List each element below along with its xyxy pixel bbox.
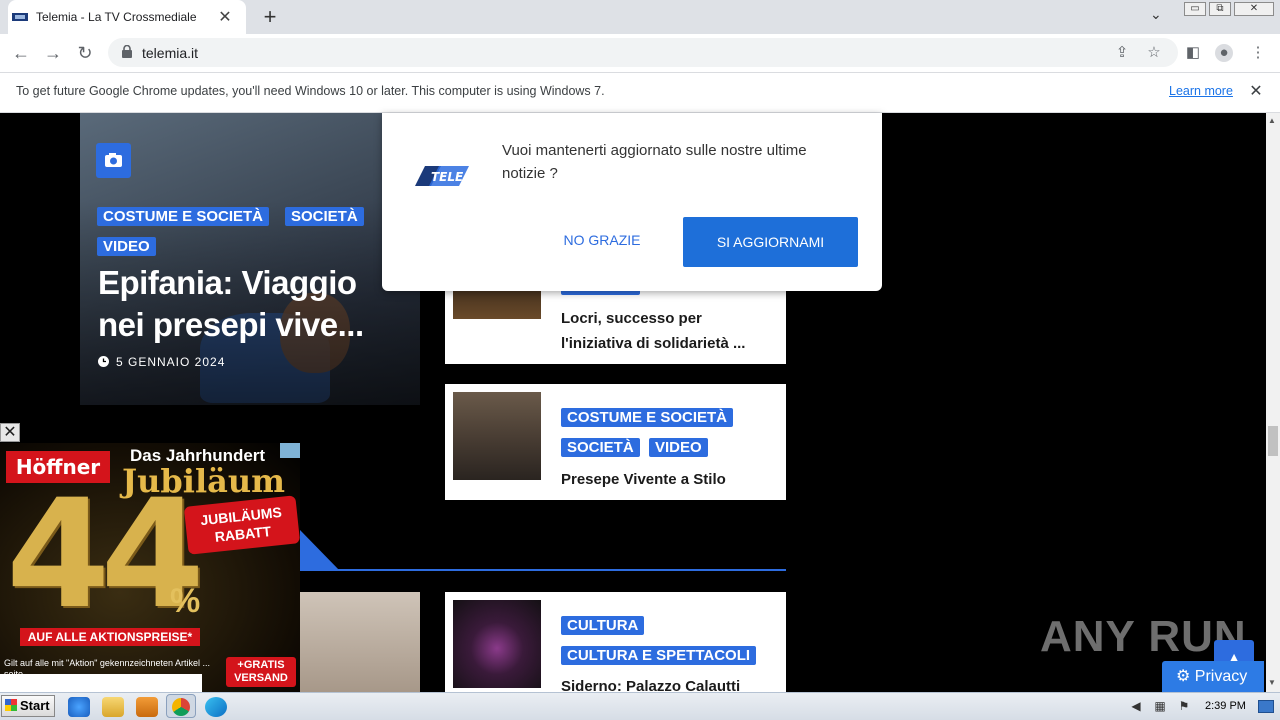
gear-icon: ⚙	[1176, 668, 1191, 685]
privacy-label: Privacy	[1194, 668, 1248, 685]
notification-message: Vuoi mantenerti aggiornato sulle nostre …	[502, 142, 807, 182]
scrollbar-thumb[interactable]	[1268, 426, 1278, 456]
ad-close-icon[interactable]: ✕	[0, 423, 20, 442]
internet-explorer-icon[interactable]	[68, 697, 90, 717]
card-title[interactable]: Locri, successo per l'iniziativa di soli…	[561, 306, 771, 356]
telemia-logo: TELE MIA	[415, 166, 473, 186]
section-divider	[300, 569, 786, 571]
ad-shipping-badge: +GRATIS VERSAND	[226, 657, 296, 687]
ad-discount-number: 44	[6, 468, 205, 642]
tag-video[interactable]: VIDEO	[97, 237, 156, 256]
edge-icon[interactable]	[205, 697, 227, 717]
share-icon[interactable]: ⇪	[1113, 44, 1131, 62]
new-tab-button[interactable]: +	[258, 4, 282, 30]
article-thumbnail[interactable]	[453, 600, 541, 688]
decline-button[interactable]: NO GRAZIE	[548, 232, 656, 248]
telemia-favicon-icon	[12, 13, 28, 21]
tag-societa[interactable]: SOCIETÀ	[285, 207, 364, 226]
restore-button[interactable]: ⧉	[1209, 2, 1231, 16]
menu-kebab-icon[interactable]: ⋮	[1249, 44, 1267, 62]
bookmark-star-icon[interactable]: ☆	[1145, 44, 1163, 62]
network-icon[interactable]: ▦	[1152, 699, 1168, 713]
action-center-flag-icon[interactable]: ⚑	[1176, 699, 1192, 713]
accept-button[interactable]: SI AGGIORNAMI	[683, 217, 858, 267]
card-tag-video[interactable]: VIDEO	[649, 438, 708, 457]
ad-strip-text: AUF ALLE AKTIONSPREISE*	[20, 628, 200, 646]
card-tag-costume-societa[interactable]: COSTUME E SOCIETÀ	[561, 408, 734, 427]
back-icon[interactable]: ←	[8, 40, 34, 66]
tab-search-icon[interactable]: ⌄	[1150, 6, 1162, 23]
reload-icon[interactable]: ↻	[72, 40, 98, 66]
article-thumbnail[interactable]	[300, 592, 420, 692]
address-bar[interactable]	[108, 38, 1178, 67]
hero-date: 5 GENNAIO 2024	[116, 355, 226, 369]
media-player-icon[interactable]	[136, 697, 158, 717]
card-title[interactable]: Presepe Vivente a Stilo	[561, 467, 771, 492]
clock-icon	[98, 356, 109, 367]
card-tag-cultura[interactable]: CULTURA	[561, 616, 645, 635]
logo-text: TELE MIA	[431, 170, 473, 184]
learn-more-link[interactable]: Learn more	[1169, 84, 1233, 98]
show-desktop-icon[interactable]	[1258, 700, 1274, 713]
ad-percent-sign: %	[170, 582, 201, 620]
windows-logo-icon	[5, 699, 17, 711]
minimize-button[interactable]: ▭	[1184, 2, 1206, 16]
page-scrollbar[interactable]	[1266, 113, 1280, 692]
infobar-close-icon[interactable]: ✕	[1246, 81, 1266, 101]
side-panel-icon[interactable]: ◧	[1184, 44, 1202, 62]
close-window-button[interactable]: ✕	[1234, 2, 1274, 16]
url-text[interactable]: telemia.it	[142, 45, 198, 61]
privacy-button[interactable]: ⚙ Privacy	[1162, 661, 1264, 692]
tab-close-icon[interactable]: ✕	[216, 7, 234, 27]
lock-icon[interactable]	[122, 45, 132, 58]
profile-avatar-icon[interactable]: ●	[1215, 44, 1233, 62]
forward-icon[interactable]: →	[40, 40, 66, 66]
tag-costume-societa[interactable]: COSTUME E SOCIETÀ	[97, 207, 270, 226]
system-clock[interactable]: 2:39 PM	[1205, 700, 1246, 712]
article-thumbnail[interactable]	[453, 392, 541, 480]
volume-icon[interactable]: ◀	[1128, 699, 1144, 713]
card-tag-societa[interactable]: SOCIETÀ	[561, 438, 640, 457]
start-label: Start	[20, 698, 50, 713]
ad-choices-icon[interactable]	[280, 443, 300, 458]
card-title[interactable]: Siderno: Palazzo Calautti	[561, 675, 771, 692]
tab-title: Telemia - La TV Crossmediale	[36, 10, 197, 24]
ad-bottom-strip	[0, 674, 202, 692]
camera-icon[interactable]	[96, 143, 131, 178]
section-header-accent	[300, 530, 340, 571]
scroll-up-arrow-icon[interactable]: ▲	[1268, 116, 1276, 125]
card-tag-cultura-spettacoli[interactable]: CULTURA E SPETTACOLI	[561, 646, 757, 665]
chrome-icon	[172, 698, 190, 716]
file-explorer-icon[interactable]	[102, 697, 124, 717]
hero-title[interactable]: Epifania: Viaggio nei presepi vive...	[98, 262, 398, 346]
infobar-message: To get future Google Chrome updates, you…	[16, 84, 605, 98]
scroll-down-arrow-icon[interactable]: ▼	[1268, 678, 1276, 687]
